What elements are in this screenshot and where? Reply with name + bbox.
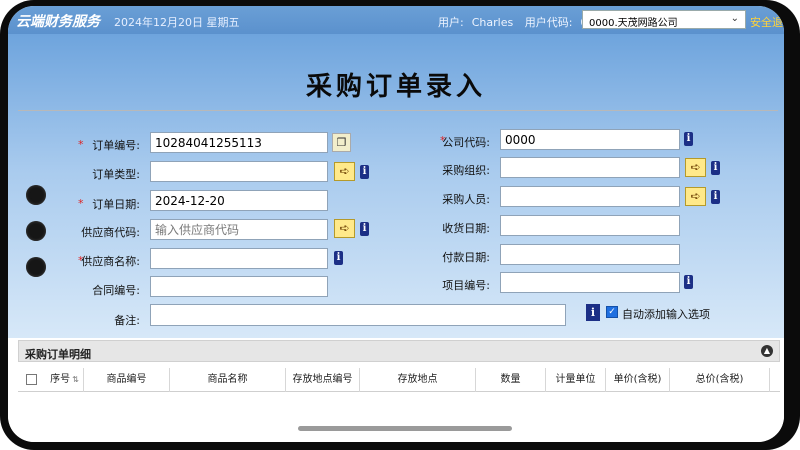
order-date-label: 订单日期: xyxy=(92,198,140,211)
company-code-label: 公司代码: xyxy=(442,136,490,149)
info-icon[interactable]: i xyxy=(684,132,693,146)
purchase-org-label: 采购组织: xyxy=(442,164,490,177)
column-header[interactable]: 计量单位 xyxy=(546,368,606,392)
user-name: Charles xyxy=(471,16,514,29)
detail-title: 采购订单明细 xyxy=(25,348,91,361)
order-date-input[interactable] xyxy=(150,190,328,211)
app-screen: 云端财务服务 2024年12月20日 星期五 用户: Charles 用户代码: 0… xyxy=(8,6,784,442)
info-icon[interactable]: i xyxy=(684,275,693,289)
camera-lens-icon xyxy=(26,221,46,241)
purchaser-input[interactable] xyxy=(500,186,680,207)
receive-date-label: 收货日期: xyxy=(442,222,490,235)
order-no-input[interactable] xyxy=(150,132,328,153)
collapse-up-icon[interactable]: ▲ xyxy=(761,345,773,357)
contract-no-input[interactable] xyxy=(150,276,328,297)
select-all-checkbox[interactable] xyxy=(26,374,37,385)
safe-exit-link[interactable]: 安全退出 xyxy=(750,14,784,30)
supplier-name-input[interactable] xyxy=(150,248,328,269)
info-icon[interactable]: i xyxy=(586,304,600,321)
info-icon[interactable]: i xyxy=(360,222,369,236)
contract-no-label: 合同编号: xyxy=(92,284,140,297)
current-date: 2024年12月20日 星期五 xyxy=(114,16,240,29)
column-header-label: 序号 xyxy=(50,374,71,385)
payment-date-input[interactable] xyxy=(500,244,680,265)
camera-lens-icon xyxy=(26,257,46,277)
detail-grid-header: 序号 ⇅ 商品编号 商品名称 存放地点编号 存放地点 数量 计量单位 单价(含税)… xyxy=(18,368,780,392)
purchase-org-input[interactable] xyxy=(500,157,680,178)
supplier-code-label: 供应商代码: xyxy=(81,226,140,239)
lookup-arrow-icon[interactable]: ➪ xyxy=(685,158,706,177)
page-title: 采购订单录入 xyxy=(305,72,486,102)
auto-add-label: 自动添加输入选项 xyxy=(622,308,710,321)
column-header[interactable]: 存放地点 xyxy=(360,368,476,392)
user-code-label: 用户代码: xyxy=(524,16,573,29)
project-no-input[interactable] xyxy=(500,272,680,293)
column-header[interactable]: 存放地点编号 xyxy=(286,368,360,392)
camera-cluster xyxy=(24,185,48,285)
info-icon[interactable]: i xyxy=(334,251,343,265)
user-label: 用户: xyxy=(438,16,464,29)
project-no-label: 项目编号: xyxy=(442,279,490,292)
info-icon[interactable]: i xyxy=(711,190,720,204)
camera-lens-icon xyxy=(26,185,46,205)
top-bar: 云端财务服务 2024年12月20日 星期五 用户: Charles 用户代码: 0… xyxy=(8,6,784,34)
copy-icon[interactable]: ❐ xyxy=(332,133,351,152)
supplier-name-label: 供应商名称: xyxy=(81,255,140,268)
sort-icon: ⇅ xyxy=(72,375,79,384)
remark-label: 备注: xyxy=(114,314,140,327)
lookup-arrow-icon[interactable]: ➪ xyxy=(685,187,706,206)
order-type-label: 订单类型: xyxy=(92,168,140,181)
column-header[interactable]: 单价(含税) xyxy=(606,368,670,392)
company-selected-value: 0000.天茂网路公司 xyxy=(589,18,678,29)
company-select[interactable]: 0000.天茂网路公司 ⌄ xyxy=(582,10,746,29)
supplier-code-input[interactable] xyxy=(150,219,328,240)
app-title: 云端财务服务 xyxy=(16,14,100,30)
order-no-label: 订单编号: xyxy=(92,139,140,152)
column-header[interactable]: 商品编号 xyxy=(84,368,170,392)
info-icon[interactable]: i xyxy=(360,165,369,179)
column-header[interactable]: 序号 ⇅ xyxy=(46,368,84,392)
order-form: 采购订单录入 * 订单编号: ❐ 订单类型: ➪ i * 订单日期: 供应商代码… xyxy=(8,34,784,338)
title-divider xyxy=(18,110,778,111)
lookup-arrow-icon[interactable]: ➪ xyxy=(334,219,355,238)
column-header[interactable]: 商品名称 xyxy=(170,368,286,392)
info-icon[interactable]: i xyxy=(711,161,720,175)
detail-header-bar: 采购订单明细 ▲ xyxy=(18,340,780,362)
chevron-down-icon: ⌄ xyxy=(730,13,739,24)
company-code-input[interactable] xyxy=(500,129,680,150)
purchaser-label: 采购人员: xyxy=(442,193,490,206)
order-type-input[interactable] xyxy=(150,161,328,182)
phone-frame: 云端财务服务 2024年12月20日 星期五 用户: Charles 用户代码: 0… xyxy=(0,0,800,450)
remark-input[interactable] xyxy=(150,304,566,326)
payment-date-label: 付款日期: xyxy=(442,251,490,264)
column-header[interactable]: 数量 xyxy=(476,368,546,392)
auto-add-checkbox[interactable]: ✓ xyxy=(606,306,618,318)
receive-date-input[interactable] xyxy=(500,215,680,236)
lookup-arrow-icon[interactable]: ➪ xyxy=(334,162,355,181)
column-header[interactable]: 总价(含税) xyxy=(670,368,770,392)
home-indicator[interactable] xyxy=(298,426,512,431)
